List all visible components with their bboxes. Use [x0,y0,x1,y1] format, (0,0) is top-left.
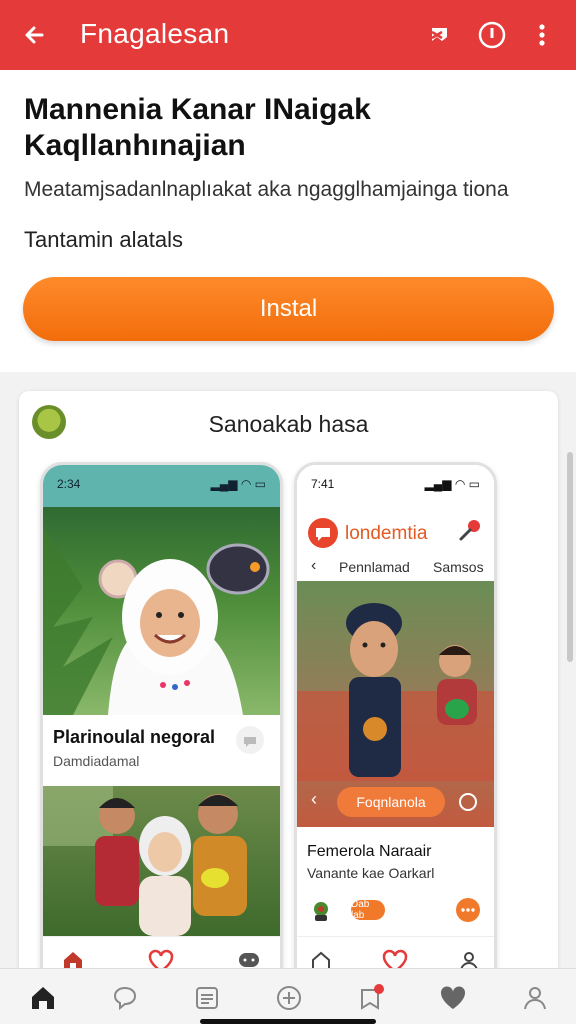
phone-screenshot-1[interactable]: 2:34 ▂▄▆ ◠ ▭ Plarinoulal negoral Damdiad… [40,462,283,991]
post-photo[interactable] [43,507,280,715]
app-subtitle: Meatamjsadanlnaplıakat aka ngagglhamjain… [24,178,509,201]
home-icon[interactable] [28,983,58,1013]
app-meta: Tantamin alatals [24,227,183,252]
tag-icon[interactable] [422,20,452,50]
post-subtitle: Vanante kae Oarkarl [307,865,435,881]
more-horizontal-icon[interactable] [455,897,481,923]
woman-hijab-illustration [43,527,270,715]
screenshot-preview-card[interactable]: Sanoakab hasa 2:34 ▂▄▆ ◠ ▭ Plarinoulal n… [19,391,558,991]
chat-bubble-icon[interactable] [235,725,265,755]
heart-icon[interactable] [438,983,468,1013]
chat-icon[interactable] [110,983,140,1013]
character-icon [314,902,328,921]
app-header-section: Mannenia Kanar INaigak Kaqllanhınajian M… [0,70,576,372]
arrow-left-icon[interactable] [20,20,50,50]
status-icons: ▂▄▆ ◠ ▭ [210,477,266,491]
status-icons: ▂▄▆ ◠ ▭ [424,477,480,491]
post-photo-2[interactable] [43,786,280,936]
photo-overlay-button[interactable]: Foqnlanola [337,787,445,817]
add-icon[interactable] [274,983,304,1013]
status-bar: 2:34 ▂▄▆ ◠ ▭ [43,465,280,507]
notification-icon[interactable] [356,983,386,1013]
tab-left[interactable]: Pennlamad [339,559,410,575]
post-subtitle: Damdiadamal [53,753,140,769]
news-icon[interactable] [192,983,222,1013]
profile-icon[interactable] [520,983,550,1013]
scrollbar[interactable] [567,452,573,662]
status-time: 7:41 [311,477,335,491]
pin-icon[interactable] [457,517,483,543]
chevron-left-icon[interactable]: ‹ [311,557,316,575]
tab-right[interactable]: Samsos [433,559,484,575]
status-bar: 7:41 ▂▄▆ ◠ ▭ [297,465,494,507]
app-bar: Fnagalesan [0,0,576,70]
info-icon[interactable] [477,20,507,50]
more-vertical-icon[interactable] [527,20,557,50]
home-indicator [200,1019,376,1024]
action-chip[interactable]: Dab lab [351,899,385,921]
app-headline: Mannenia Kanar INaigak Kaqllanhınajian [24,93,371,162]
bottom-navigation [0,968,576,1024]
app-bar-title: Fnagalesan [80,18,230,49]
post-title: Femerola Naraair [307,843,432,860]
post-title: Plarinoulal negoral [53,727,216,747]
preview-title: Sanoakab hasa [208,411,369,437]
install-button[interactable]: Instal [23,277,554,341]
chevron-left-icon[interactable]: ‹ [311,789,317,810]
children-illustration [43,786,247,936]
chat-icon[interactable] [457,791,479,813]
phone-screenshot-2[interactable]: 7:41 ▂▄▆ ◠ ▭ londemtia ‹ Pennlamad Samso… [294,462,497,991]
app-logo-icon [308,518,338,548]
status-time: 2:34 [57,477,81,491]
app-name: londemtia [345,523,428,544]
